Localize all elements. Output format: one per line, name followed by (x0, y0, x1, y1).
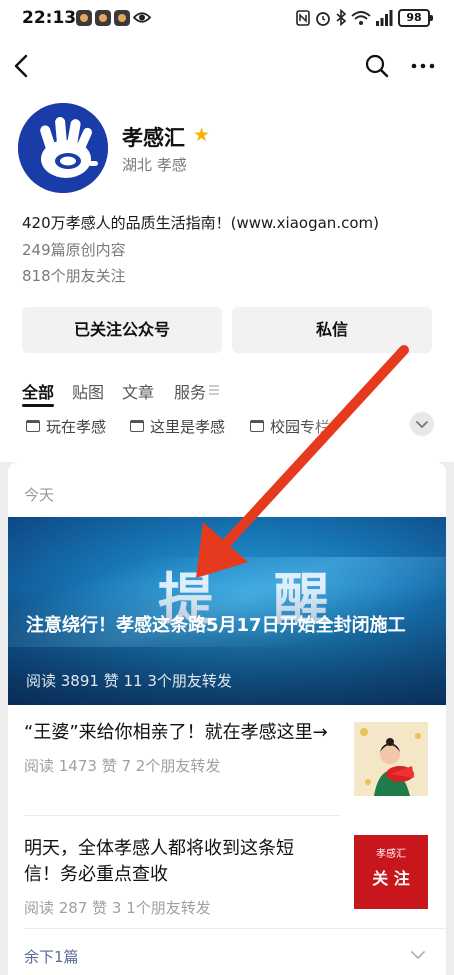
expand-chips-button[interactable] (410, 412, 434, 436)
article-thumbnail[interactable]: 孝感汇 关 注 (354, 835, 428, 909)
thumbnail-small-text: 孝感汇 (376, 849, 406, 860)
featured-article[interactable]: 提 醒 注意绕行！孝感这条路5月17日开始全封闭施工 阅读 3891 赞 11 … (8, 517, 446, 705)
tab-services[interactable]: 服务 (174, 379, 206, 403)
tab-active-indicator (22, 404, 54, 407)
account-name: 孝感汇 (122, 126, 185, 150)
article-meta: 阅读 287 赞 3 1个朋友转发 (24, 899, 211, 917)
account-location: 湖北 孝感 (122, 156, 187, 174)
account-avatar[interactable] (18, 103, 108, 193)
featured-article-meta: 阅读 3891 赞 11 3个朋友转发 (26, 672, 232, 690)
article-item[interactable]: “王婆”来给你相亲了！就在孝感这里→ 阅读 1473 赞 7 2个朋友转发 (24, 720, 328, 776)
battery-icon: 98 (398, 9, 433, 27)
chip-this-is-xiaogan[interactable]: 这里是孝感 (130, 413, 225, 439)
app-notification-icon (76, 10, 92, 26)
article-feed-card: 今天 提 醒 注意绕行！孝感这条路5月17日开始全封闭施工 阅读 3891 赞 … (8, 462, 446, 975)
chip-fade-overlay (300, 412, 408, 442)
article-thumbnail[interactable] (354, 722, 428, 796)
chip-play-in-xiaogan[interactable]: 玩在孝感 (26, 413, 106, 439)
xiaogan-logo-icon (18, 103, 108, 193)
private-message-button[interactable]: 私信 (232, 307, 432, 353)
friends-following-count[interactable]: 818个朋友关注 (22, 265, 126, 286)
divider (24, 815, 340, 816)
article-title: “王婆”来给你相亲了！就在孝感这里→ (24, 722, 328, 743)
search-icon[interactable] (364, 53, 390, 79)
article-item[interactable]: 明天，全体孝感人都将收到这条短信！务必重点查收 阅读 287 赞 3 1个朋友转… (24, 836, 328, 918)
eye-icon (133, 12, 151, 23)
bluetooth-icon (336, 9, 347, 26)
tab-images[interactable]: 贴图 (72, 379, 104, 403)
tab-articles[interactable]: 文章 (122, 379, 154, 403)
album-icon (250, 420, 264, 432)
nfc-icon (296, 10, 310, 26)
chevron-down-icon (416, 421, 428, 429)
date-group-label: 今天 (24, 486, 55, 504)
article-title: 明天，全体孝感人都将收到这条短信！务必重点查收 (24, 838, 294, 885)
signal-icon (376, 10, 393, 26)
remaining-articles-link[interactable]: 余下1篇 (24, 946, 79, 967)
chevron-left-icon[interactable] (10, 52, 36, 80)
status-time: 22:13 (22, 8, 77, 28)
album-icon (130, 420, 144, 432)
star-icon: ★ (193, 124, 211, 146)
wifi-icon (351, 11, 371, 25)
album-icon (26, 420, 40, 432)
chevron-down-icon[interactable] (410, 948, 426, 962)
status-bar: 22:13 98 (0, 0, 454, 36)
article-meta: 阅读 1473 赞 7 2个朋友转发 (24, 757, 221, 775)
followed-account-button[interactable]: 已关注公众号 (22, 307, 222, 353)
alarm-icon (316, 12, 330, 26)
app-notification-icon (114, 10, 130, 26)
chip-label: 玩在孝感 (46, 417, 107, 436)
chip-label: 这里是孝感 (150, 417, 226, 436)
app-notification-icon (95, 10, 111, 26)
account-description: 420万孝感人的品质生活指南！(www.xiaogan.com) (22, 214, 379, 232)
tab-all[interactable]: 全部 (22, 379, 54, 403)
more-horizontal-icon[interactable] (410, 54, 436, 78)
menu-icon[interactable] (208, 384, 220, 396)
thumbnail-big-text: 关 注 (372, 869, 410, 888)
divider (24, 928, 446, 929)
featured-article-title: 注意绕行！孝感这条路5月17日开始全封闭施工 (26, 615, 406, 636)
original-content-count[interactable]: 249篇原创内容 (22, 239, 126, 260)
article-thumbnail-image (354, 722, 428, 796)
